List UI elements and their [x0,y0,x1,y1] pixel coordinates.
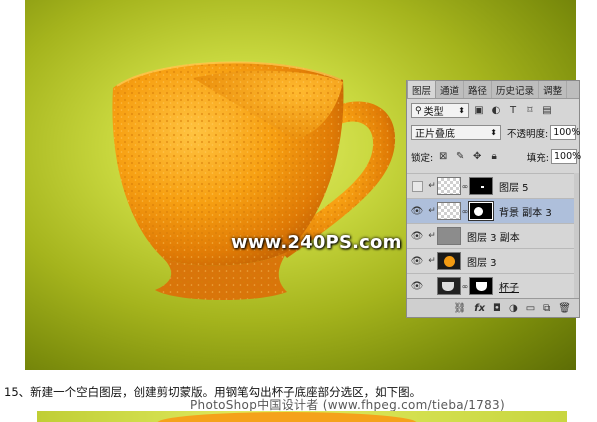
lock-all-icon[interactable]: 🔒︎ [487,150,501,164]
blend-mode-label: 正片叠底 [415,129,455,140]
layer-thumbnail [437,277,461,295]
link-icon[interactable]: ∞ [461,207,469,216]
next-image-preview [37,411,567,422]
layer-name: 图层 3 副本 [467,232,520,244]
layers-scrollbar[interactable] [574,173,579,298]
layer-thumbnail [437,227,461,245]
eye-icon[interactable]: 👁︎ [407,206,427,217]
adjustment-icon[interactable]: ◑ [509,303,518,314]
type-filter-icon[interactable]: T [506,104,520,118]
eye-icon[interactable]: 👁︎ [407,231,427,242]
layer-row[interactable]: 👁︎ ∞ 杯子 [407,273,579,298]
filter-kind-select[interactable]: ⚲ 类型 ⬍ [411,103,469,118]
folder-icon[interactable]: ▭ [526,303,535,314]
lock-position-icon[interactable]: ✥ [470,150,484,164]
new-layer-icon[interactable]: ⧉ [543,303,550,314]
lock-pixels-icon[interactable]: ✎ [453,150,467,164]
adjustment-filter-icon[interactable]: ◐ [489,104,503,118]
tab-channels[interactable]: 通道 [436,81,465,98]
clip-arrow-icon: ↵ [428,181,436,191]
eye-icon[interactable]: 👁︎ [407,281,427,292]
smart-object-filter-icon[interactable]: ▤ [540,104,554,118]
add-mask-icon[interactable]: ◘ [493,303,501,314]
layer-thumbnail [437,202,461,220]
tab-adjustments[interactable]: 调整 [539,81,568,98]
opacity-input[interactable]: 100% [550,125,580,140]
filter-kind-label: 类型 [423,107,444,118]
layer-row[interactable]: 👁︎ ↵ 图层 3 副本 [407,223,579,248]
chevron-down-icon: ⬍ [458,106,465,115]
layer-thumbnail [437,252,461,270]
filter-row: ⚲ 类型 ⬍ ▣ ◐ T ⌑ ▤ [411,103,577,118]
layer-name: 图层 3 [467,257,497,269]
layers-panel-tabs: 图层 通道 路径 历史记录 调整 [407,80,579,99]
layer-mask-thumbnail[interactable] [468,201,494,221]
blend-row: 正片叠底 ⬍ 不透明度: 100% [411,125,580,140]
link-icon[interactable]: ∞ [461,182,469,191]
visibility-toggle[interactable] [407,180,427,192]
watermark-text: www.240PS.com [231,232,402,253]
pixel-filter-icon[interactable]: ▣ [472,104,486,118]
lock-label: 锁定: [411,152,434,164]
blend-mode-select[interactable]: 正片叠底 ⬍ [411,125,501,140]
clip-arrow-icon: ↵ [428,231,436,241]
layer-name: 杯子 [499,282,519,294]
eye-icon[interactable]: 👁︎ [407,256,427,267]
lock-transparent-icon[interactable]: ⊠ [436,150,450,164]
clip-arrow-icon: ↵ [428,206,436,216]
layer-row[interactable]: ↵ ∞ 图层 5 [407,173,579,198]
fill-label: 填充: [526,152,549,164]
layers-panel: 图层 通道 路径 历史记录 调整 ⚲ 类型 ⬍ ▣ ◐ T ⌑ ▤ 正片叠底 ⬍… [406,80,581,318]
layer-row[interactable]: 👁︎ ↵ ∞ 背景 副本 3 [407,198,579,223]
link-layers-icon[interactable]: ⛓ [454,303,467,314]
layer-thumbnail [437,177,461,195]
layer-name: 图层 5 [499,182,529,194]
opacity-label: 不透明度: [507,128,549,140]
tab-history[interactable]: 历史记录 [492,81,540,98]
lock-row: 锁定: ⊠ ✎ ✥ 🔒︎ 填充: 100% [411,149,581,164]
tab-layers[interactable]: 图层 [407,80,437,98]
link-icon[interactable]: ∞ [461,282,469,291]
layers-panel-footer: ⛓ fx ◘ ◑ ▭ ⧉ 🗑︎ [407,298,579,317]
layer-mask-thumbnail[interactable] [469,177,493,195]
chevron-down-icon: ⬍ [490,128,497,137]
search-icon: ⚲ [415,105,422,116]
layer-name: 背景 副本 3 [499,207,552,219]
fill-input[interactable]: 100% [551,149,581,164]
shape-filter-icon[interactable]: ⌑ [523,104,537,118]
layer-mask-thumbnail[interactable] [469,277,493,295]
trash-icon[interactable]: 🗑︎ [558,303,571,314]
layers-list: ↵ ∞ 图层 5 👁︎ ↵ ∞ 背景 副本 3 👁︎ ↵ 图层 3 副本 👁︎ … [407,173,579,298]
fx-icon[interactable]: fx [474,303,485,314]
clip-arrow-icon: ↵ [428,256,436,266]
layer-row[interactable]: 👁︎ ↵ 图层 3 [407,248,579,273]
tab-paths[interactable]: 路径 [464,81,493,98]
